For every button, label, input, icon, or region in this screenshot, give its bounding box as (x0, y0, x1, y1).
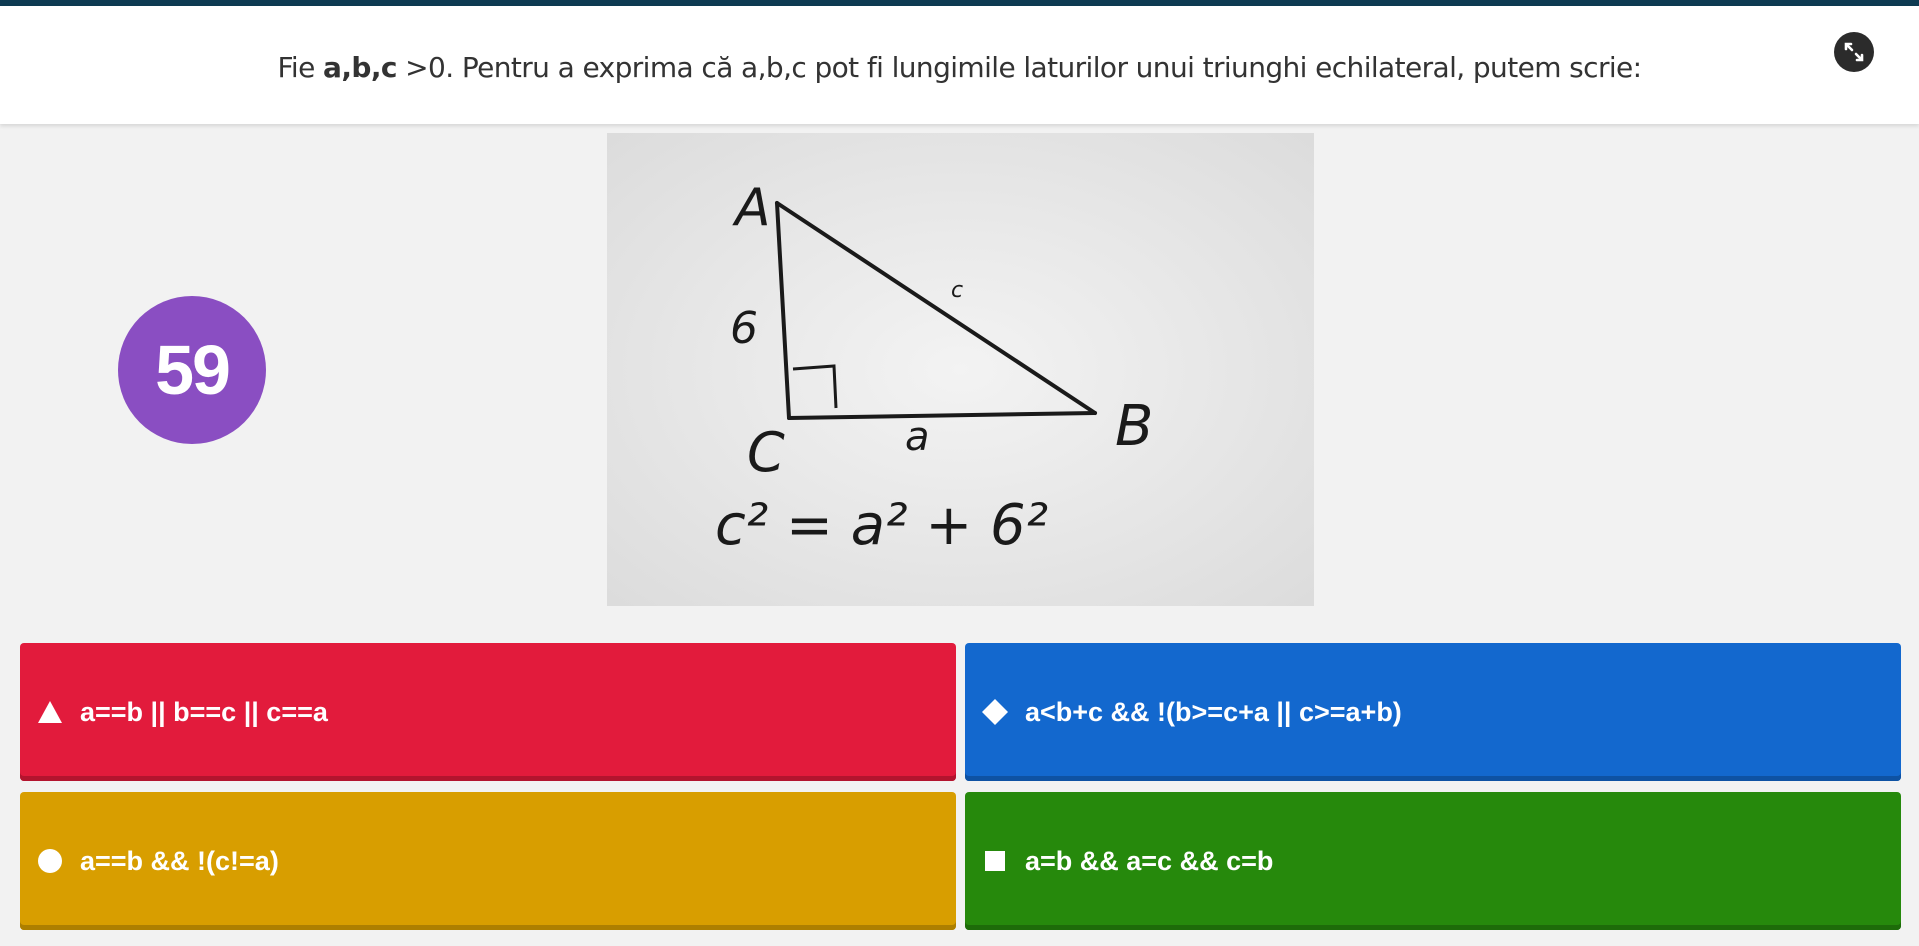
circle-icon (36, 847, 64, 875)
vertex-b-label: B (1115, 394, 1153, 459)
side-a-label: a (905, 414, 930, 460)
answer-option-4[interactable]: a=b && a=c && c=b (965, 792, 1901, 930)
side-b-label: 6 (730, 303, 758, 354)
answer-text-3: a==b && !(c!=a) (80, 845, 279, 876)
square-icon (981, 847, 1009, 875)
question-header: Fie a,b,c >0. Pentru a exprima că a,b,c … (0, 6, 1919, 124)
answer-option-2[interactable]: a<b+c && !(b>=c+a || c>=a+b) (965, 643, 1901, 781)
answer-option-3[interactable]: a==b && !(c!=a) (20, 792, 956, 930)
question-image: A B C a 6 c c² = a² + 6² (607, 133, 1314, 606)
right-triangle-sketch: A B C a 6 c c² = a² + 6² (607, 133, 1314, 606)
fullscreen-button[interactable] (1834, 32, 1874, 72)
timer-value: 59 (155, 331, 231, 409)
vertex-c-label: C (747, 421, 785, 484)
side-c-label: c (951, 278, 963, 303)
question-variables: a,b,c (323, 50, 397, 84)
answer-text-4: a=b && a=c && c=b (1025, 845, 1274, 876)
fullscreen-icon (1844, 42, 1864, 62)
question-prefix: Fie (277, 50, 324, 84)
answer-option-1[interactable]: a==b || b==c || c==a (20, 643, 956, 781)
pythagorean-formula: c² = a² + 6² (715, 493, 1048, 558)
question-text: Fie a,b,c >0. Pentru a exprima că a,b,c … (277, 50, 1642, 84)
answer-text-1: a==b || b==c || c==a (80, 696, 328, 727)
vertex-a-label: A (732, 178, 771, 238)
diamond-icon (981, 698, 1009, 726)
countdown-timer: 59 (118, 296, 266, 444)
answer-text-2: a<b+c && !(b>=c+a || c>=a+b) (1025, 696, 1402, 727)
question-suffix: >0. Pentru a exprima că a,b,c pot fi lun… (396, 50, 1642, 84)
triangle-icon (36, 698, 64, 726)
